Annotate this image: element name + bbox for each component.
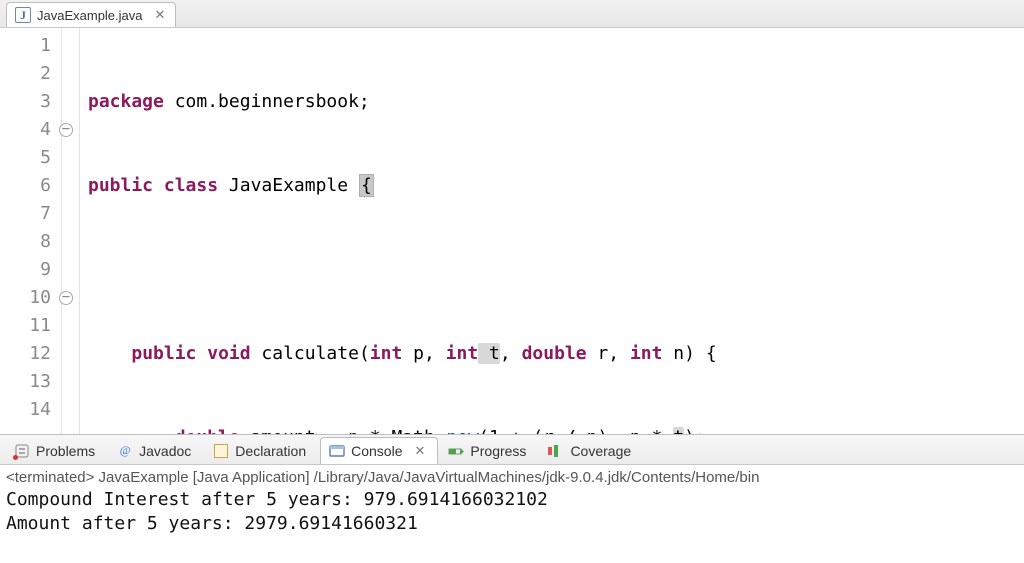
console-line: Compound Interest after 5 years: 979.691… xyxy=(6,488,1018,512)
javadoc-icon: @ xyxy=(117,443,133,459)
tab-label: Progress xyxy=(470,443,526,459)
tab-javadoc[interactable]: @ Javadoc xyxy=(109,437,203,464)
fold-strip xyxy=(62,28,80,434)
tab-label: Coverage xyxy=(570,443,631,459)
line-number-gutter: 1 2 3 4− 5 6 7 8 9 10− 11 12 13 14 xyxy=(0,28,62,434)
editor-tab-filename: JavaExample.java xyxy=(37,8,143,23)
fold-collapse-icon[interactable]: − xyxy=(59,123,73,137)
tab-progress[interactable]: Progress xyxy=(440,437,538,464)
tab-label: Console xyxy=(351,443,402,459)
tab-label: Javadoc xyxy=(139,443,191,459)
coverage-icon xyxy=(548,443,564,459)
tab-declaration[interactable]: Declaration xyxy=(205,437,318,464)
console-line: Amount after 5 years: 2979.69141660321 xyxy=(6,512,1018,536)
progress-icon xyxy=(448,443,464,459)
tab-label: Declaration xyxy=(235,443,306,459)
editor-pane: J JavaExample.java ✕ 1 2 3 4− 5 6 7 8 9 … xyxy=(0,0,1024,435)
occurrence-highlight: t xyxy=(673,427,684,434)
fold-collapse-icon[interactable]: − xyxy=(59,291,73,305)
cursor-bracket: { xyxy=(359,174,374,197)
close-icon[interactable]: ✕ xyxy=(415,443,426,459)
console-status-line: <terminated> JavaExample [Java Applicati… xyxy=(6,467,1018,488)
tab-problems[interactable]: Problems xyxy=(6,437,107,464)
close-icon[interactable]: ✕ xyxy=(155,7,166,23)
editor-tab-bar: J JavaExample.java ✕ xyxy=(0,0,1024,28)
code-area: 1 2 3 4− 5 6 7 8 9 10− 11 12 13 14 packa… xyxy=(0,28,1024,434)
tab-label: Problems xyxy=(36,443,95,459)
editor-tab-active[interactable]: J JavaExample.java ✕ xyxy=(6,2,176,27)
java-file-icon: J xyxy=(15,7,31,23)
code-content[interactable]: package com.beginnersbook; public class … xyxy=(80,28,1024,434)
console-icon xyxy=(329,443,345,459)
tab-coverage[interactable]: Coverage xyxy=(540,437,643,464)
console-output[interactable]: <terminated> JavaExample [Java Applicati… xyxy=(0,465,1024,542)
problems-icon xyxy=(14,443,30,459)
bottom-panel: Problems @ Javadoc Declaration Console ✕… xyxy=(0,435,1024,542)
param-highlight: t xyxy=(478,343,500,364)
declaration-icon xyxy=(213,443,229,459)
tab-console[interactable]: Console ✕ xyxy=(320,437,438,464)
panel-tab-bar: Problems @ Javadoc Declaration Console ✕… xyxy=(0,435,1024,465)
